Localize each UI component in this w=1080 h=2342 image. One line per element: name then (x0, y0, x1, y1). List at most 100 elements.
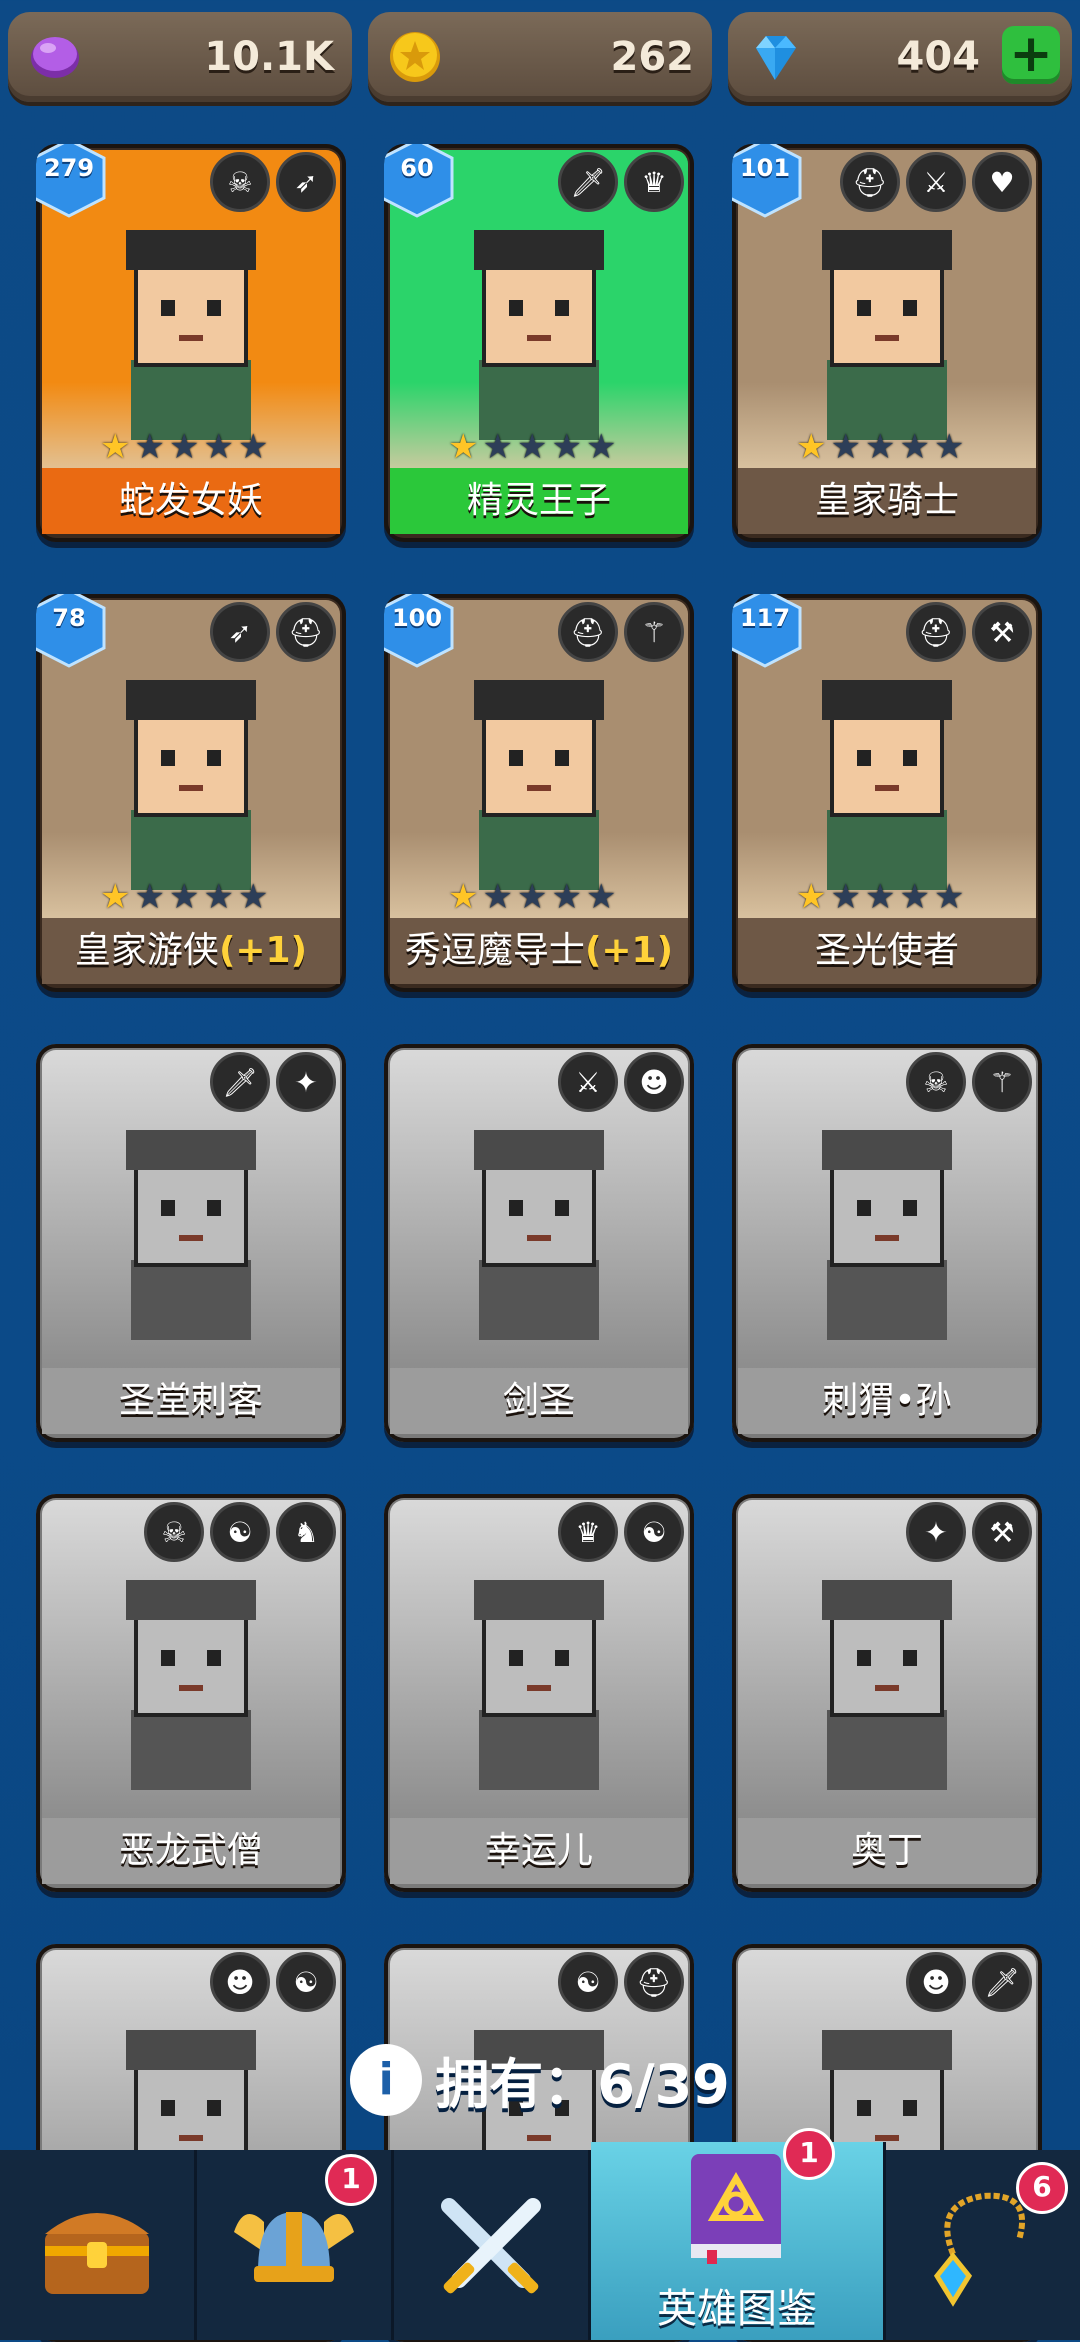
gold-coin-icon (390, 32, 440, 82)
star-icon: ★ (448, 877, 479, 917)
tab-hero-book-label: 英雄图鉴 (657, 2286, 817, 2332)
tab-hero-book[interactable]: 1 英雄图鉴 (591, 2128, 886, 2340)
info-icon[interactable]: i (350, 2043, 423, 2116)
diamond-counter[interactable]: 404 + (728, 12, 1072, 102)
hero-figure (822, 1580, 952, 1790)
gold-coin-counter[interactable]: 262 (368, 12, 712, 102)
beast-icon: ☯ (276, 1952, 336, 2012)
tab-heroes[interactable]: 1 (197, 2150, 394, 2340)
hero-name: 皇家游侠 (74, 930, 219, 971)
hammer-icon: ⚒ (972, 1502, 1032, 1562)
skull-icon: ☠ (144, 1502, 204, 1562)
hero-figure (474, 680, 604, 890)
hero-name: 奥丁 (850, 1830, 923, 1871)
star-icon: ★ (796, 427, 827, 467)
star-icon: ★ (585, 427, 617, 467)
tab-chest[interactable] (0, 2150, 197, 2340)
star-icon: ★ (796, 877, 827, 917)
hammer-icon: ⚒ (972, 602, 1032, 662)
heroes-notification-badge: 1 (325, 2154, 377, 2206)
hero-card[interactable]: 蛇发女妖 279 ★ ★ ★ ★ ★ ☠ ➶ (36, 144, 346, 542)
level-badge: 100 (384, 594, 456, 668)
hero-figure (822, 230, 952, 440)
hero-card[interactable]: 刺猬•孙 ☠ ⚚ (732, 1044, 1042, 1442)
hero-figure (822, 680, 952, 890)
star-icon: ★ (933, 877, 965, 917)
star-rating: ★ ★ ★ ★ ★ (448, 880, 616, 914)
dragon-icon: ♞ (276, 1502, 336, 1562)
elf-icon: ♛ (624, 152, 684, 212)
hero-card[interactable]: 奥丁 ✦ ⚒ (732, 1494, 1042, 1892)
star-icon: ★ (899, 877, 930, 917)
hero-card[interactable]: 恶龙武僧 ☠ ☯ ♞ (36, 1494, 346, 1892)
star-icon: ★ (551, 427, 582, 467)
bow-icon: ➶ (276, 152, 336, 212)
level-badge: 117 (732, 594, 804, 668)
dagger-icon: 🗡 (210, 1052, 270, 1112)
star-icon: ★ (100, 427, 131, 467)
viking-helmet-icon (234, 2212, 354, 2282)
hero-card[interactable]: 幸运儿 ♛ ☯ (384, 1494, 694, 1892)
add-diamond-button[interactable]: + (1002, 26, 1060, 84)
star-rating: ★ ★ ★ ★ ★ (100, 430, 268, 464)
wings-icon: ✦ (276, 1052, 336, 1112)
owned-label: 拥有： (435, 2053, 598, 2116)
hero-name: 刺猬•孙 (822, 1380, 952, 1421)
hero-figure (126, 1580, 256, 1790)
star-rating: ★ ★ ★ ★ ★ (100, 880, 268, 914)
owned-count: 6/39 (597, 2053, 730, 2116)
hero-name-bar: 精灵王子 (390, 468, 688, 534)
star-icon: ★ (516, 877, 548, 917)
wings-icon: ✦ (906, 1502, 966, 1562)
hero-figure (126, 230, 256, 440)
star-icon: ★ (237, 427, 269, 467)
hero-name-bar: 幸运儿 (390, 1818, 688, 1884)
hero-name-bar: 秀逗魔导士(+1) (390, 918, 688, 984)
hero-figure (474, 230, 604, 440)
hero-name: 圣堂刺客 (118, 1380, 263, 1421)
hero-name: 蛇发女妖 (118, 480, 263, 521)
blue-diamond-icon (756, 36, 796, 80)
hero-card[interactable]: 圣光使者 117 ★ ★ ★ ★ ★ ⛑ ⚒ (732, 594, 1042, 992)
hero-card[interactable]: 精灵王子 60 ★ ★ ★ ★ ★ 🗡 ♛ (384, 144, 694, 542)
hero-card[interactable]: 秀逗魔导士(+1) 100 ★ ★ ★ ★ ★ ⛑ ⚚ (384, 594, 694, 992)
hero-name: 精灵王子 (466, 480, 611, 521)
hero-class-badges: ♛ ☯ (558, 1502, 684, 1562)
star-icon: ★ (933, 427, 965, 467)
beast-icon: ☯ (624, 1502, 684, 1562)
level-badge: 78 (36, 594, 108, 668)
bow-icon: ➶ (210, 602, 270, 662)
hero-class-badges: ☠ ☯ ♞ (144, 1502, 336, 1562)
hero-figure (474, 1580, 604, 1790)
hero-name-bar: 剑圣 (390, 1368, 688, 1434)
star-icon: ★ (899, 427, 930, 467)
star-icon: ★ (168, 877, 200, 917)
star-rating: ★ ★ ★ ★ ★ (796, 430, 964, 464)
purple-gem-counter[interactable]: 10.1K (8, 12, 352, 102)
hero-card[interactable]: 圣堂刺客 🗡 ✦ (36, 1044, 346, 1442)
hero-card[interactable]: 剑圣 ⚔ ☻ (384, 1044, 694, 1442)
hero-name: 圣光使者 (814, 930, 959, 971)
level-badge: 60 (384, 144, 456, 218)
hero-figure (126, 680, 256, 890)
hero-name-bar: 皇家骑士 (738, 468, 1036, 534)
hero-class-badges: ☯ ⛑ (558, 1952, 684, 2012)
hero-book-notification-badge: 1 (783, 2128, 835, 2180)
crossed-swords-icon (441, 2198, 541, 2294)
hero-card[interactable]: 皇家游侠(+1) 78 ★ ★ ★ ★ ★ ➶ ⛑ (36, 594, 346, 992)
dagger-icon: 🗡 (558, 152, 618, 212)
star-icon: ★ (585, 877, 617, 917)
hero-class-badges: ⛑ ⚒ (906, 602, 1032, 662)
purple-gem-icon (31, 37, 79, 78)
chest-icon (45, 2213, 149, 2294)
hero-level: 279 (43, 154, 95, 182)
star-rating: ★ ★ ★ ★ ★ (448, 430, 616, 464)
tab-battle[interactable] (394, 2150, 591, 2340)
level-badge: 279 (36, 144, 108, 218)
hero-card[interactable]: 皇家骑士 101 ★ ★ ★ ★ ★ ⛑ ⚔ ♥ (732, 144, 1042, 542)
hero-class-badges: ⛑ ⚔ ♥ (840, 152, 1032, 212)
skull-icon: ☠ (210, 152, 270, 212)
hero-figure (822, 1130, 952, 1340)
orc-icon: ☻ (624, 1052, 684, 1112)
tab-items[interactable]: 6 (886, 2150, 1080, 2340)
